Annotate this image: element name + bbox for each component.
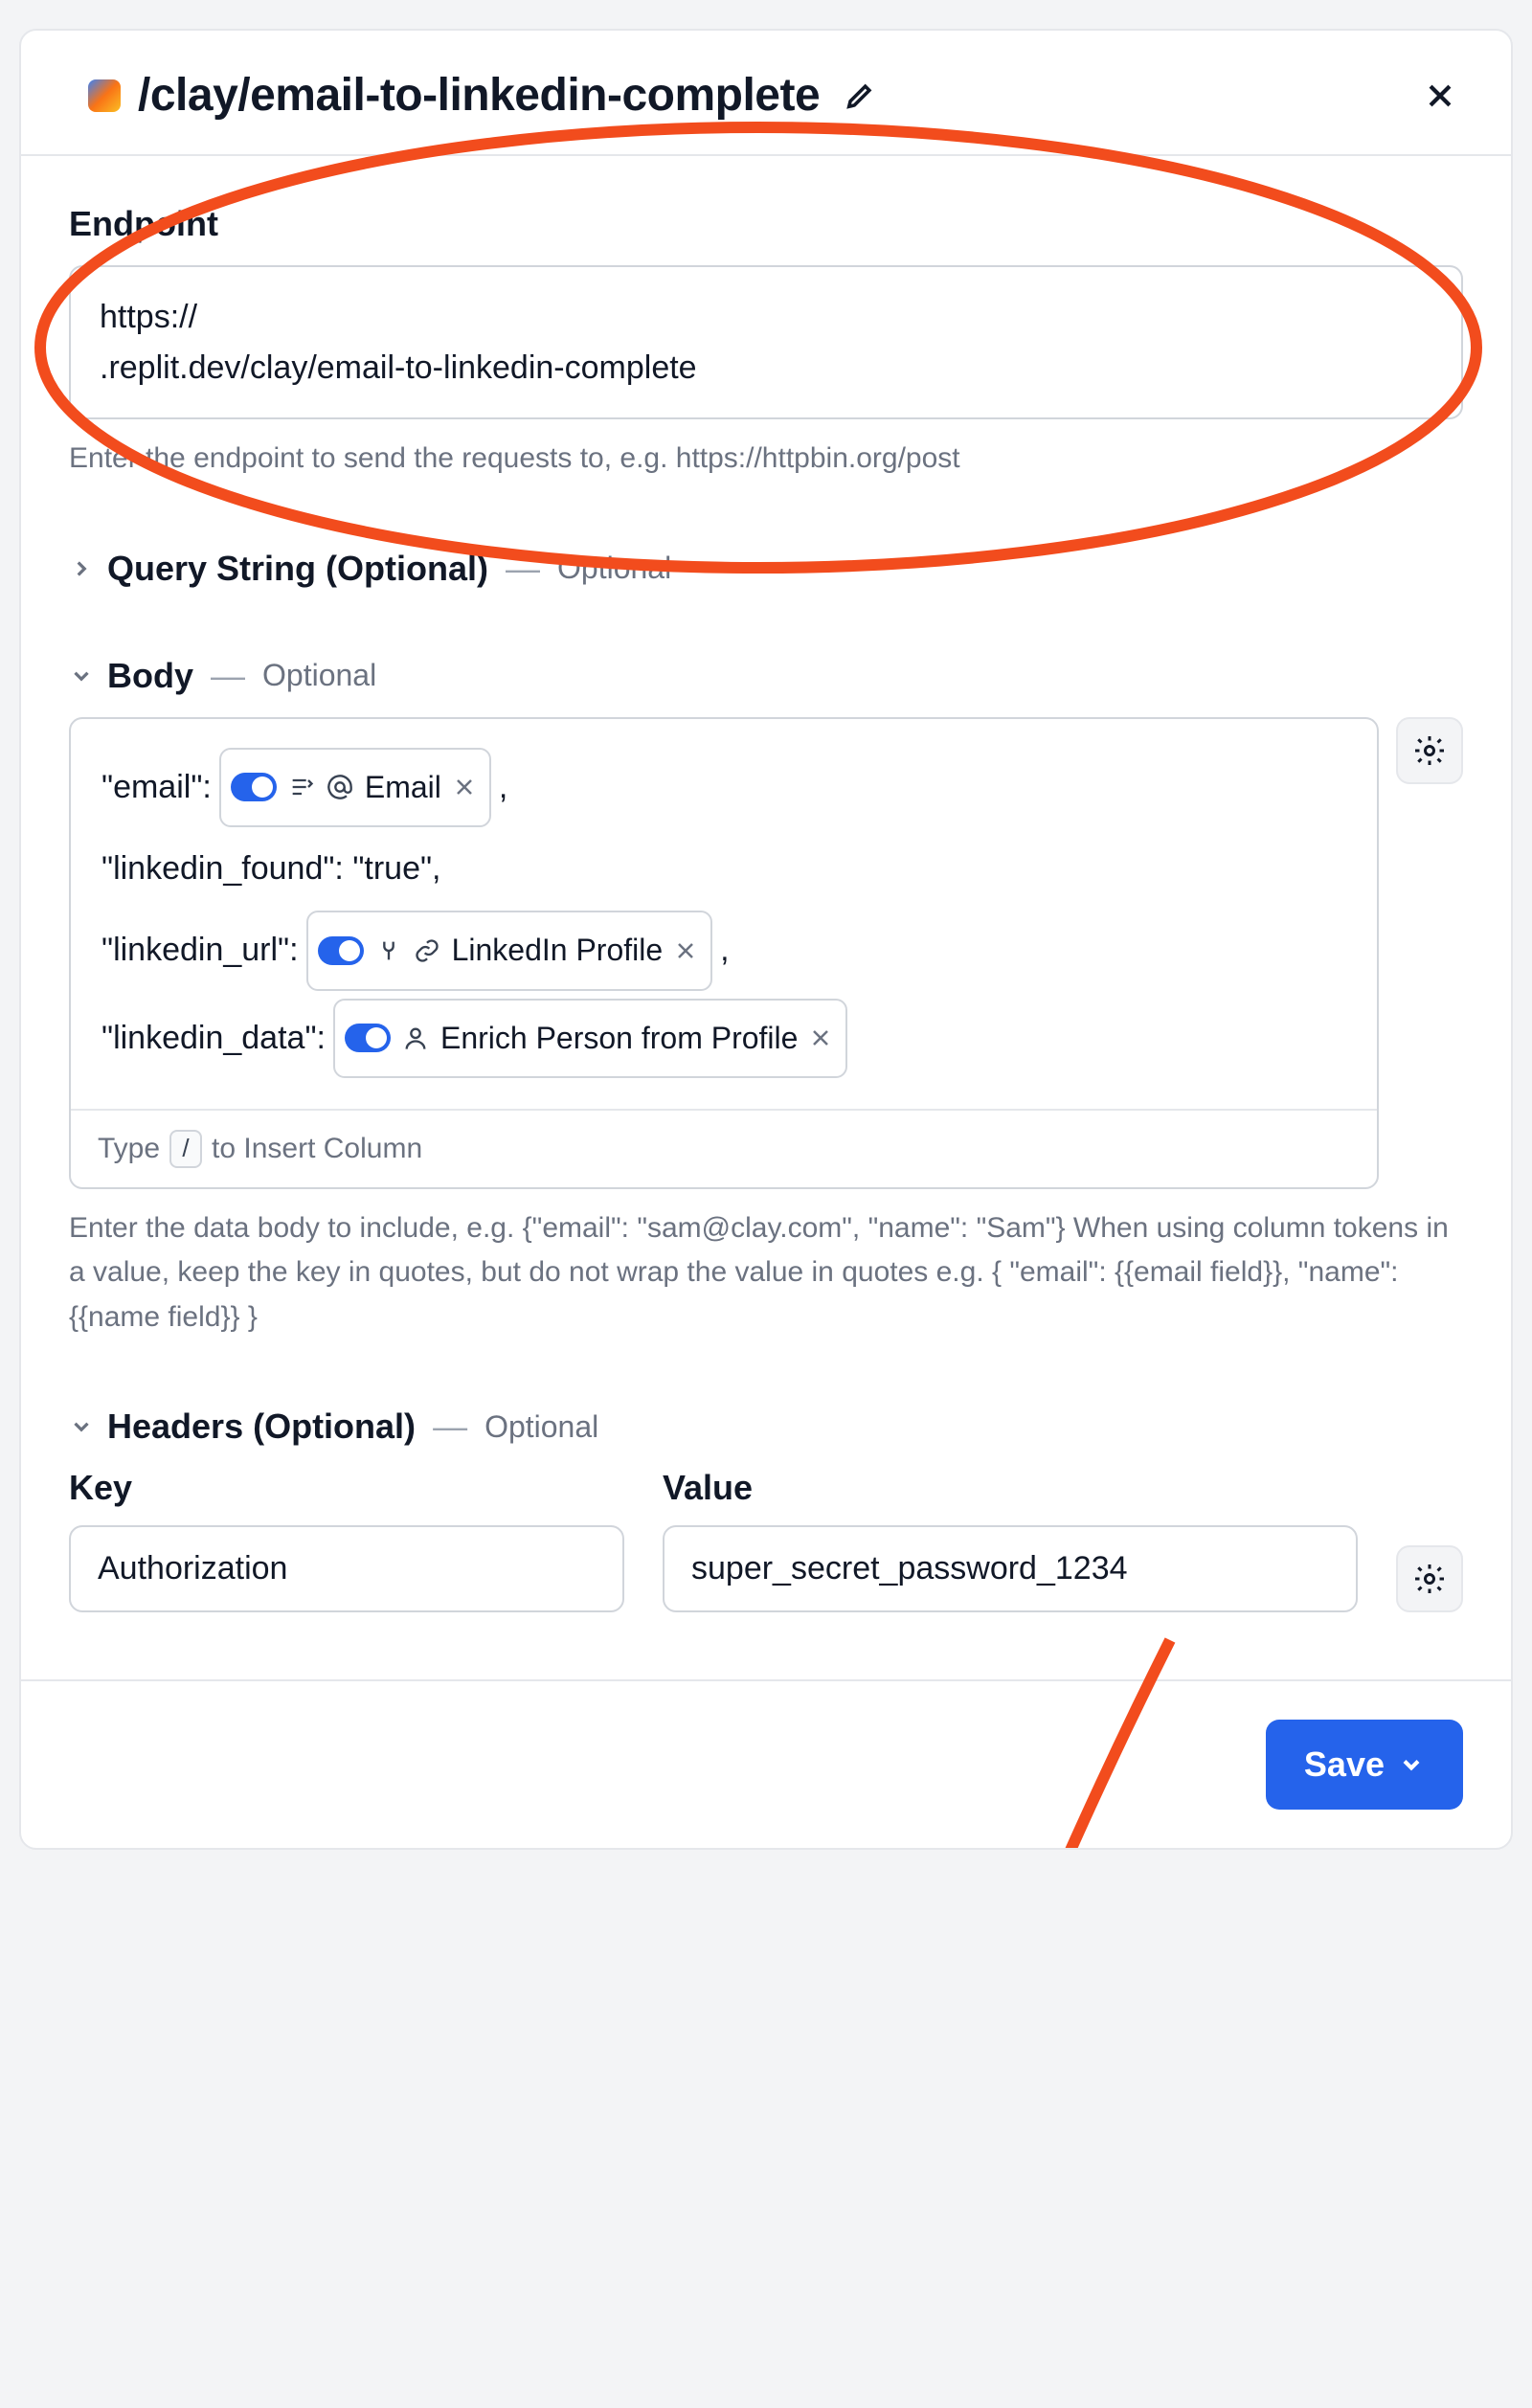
body-footer-hint: Type / to Insert Column xyxy=(71,1109,1377,1187)
endpoint-label: Endpoint xyxy=(69,204,1463,244)
header-settings-button[interactable] xyxy=(1396,1545,1463,1612)
header-kv-row: Key Authorization Value super_secret_pas… xyxy=(69,1468,1463,1612)
header-key-label: Key xyxy=(69,1468,624,1508)
body-editor[interactable]: "email": Email , "l xyxy=(69,717,1379,1189)
save-button[interactable]: Save xyxy=(1266,1720,1463,1810)
panel-footer: Save xyxy=(21,1679,1511,1848)
clay-logo-icon xyxy=(88,79,121,112)
body-row-email: "email": Email , xyxy=(101,748,1346,827)
toggle-icon xyxy=(231,773,277,801)
chevron-down-icon xyxy=(69,1414,94,1439)
chevron-down-icon xyxy=(1398,1751,1425,1778)
pencil-icon xyxy=(844,79,876,112)
link-icon xyxy=(414,937,440,964)
header-value-label: Value xyxy=(663,1468,1358,1508)
body-section: Body — Optional "email": Em xyxy=(69,656,1463,1339)
headers-header[interactable]: Headers (Optional) — Optional xyxy=(69,1407,1463,1447)
list-icon xyxy=(288,774,315,800)
toggle-icon xyxy=(345,1024,391,1052)
remove-token-icon[interactable] xyxy=(453,776,476,799)
close-button[interactable] xyxy=(1417,73,1463,119)
token-linkedin-profile[interactable]: LinkedIn Profile xyxy=(306,911,713,990)
close-icon xyxy=(1424,79,1456,112)
panel-body: Endpoint https:// - .replit.dev/clay/ema… xyxy=(21,156,1511,1679)
toggle-icon xyxy=(318,936,364,965)
body-header[interactable]: Body — Optional xyxy=(69,656,1463,696)
body-helper: Enter the data body to include, e.g. {"e… xyxy=(69,1206,1463,1340)
person-icon xyxy=(402,1024,429,1051)
headers-optional: Optional xyxy=(484,1409,598,1445)
query-string-section: Query String (Optional) — Optional xyxy=(69,549,1463,589)
remove-token-icon[interactable] xyxy=(809,1026,832,1049)
query-string-header[interactable]: Query String (Optional) — Optional xyxy=(69,549,1463,589)
body-row-linkedin-data: "linkedin_data": Enrich Person from Prof… xyxy=(101,999,1346,1078)
token-email[interactable]: Email xyxy=(219,748,491,827)
chevron-right-icon xyxy=(69,556,94,581)
endpoint-section: Endpoint https:// - .replit.dev/clay/ema… xyxy=(69,204,1463,482)
gear-icon xyxy=(1412,733,1447,768)
endpoint-redacted: - xyxy=(197,299,217,335)
slash-key-icon: / xyxy=(169,1130,202,1168)
gear-icon xyxy=(1412,1562,1447,1596)
endpoint-url-prefix: https:// xyxy=(100,299,197,335)
body-label: Body xyxy=(107,656,193,696)
body-settings-button[interactable] xyxy=(1396,717,1463,784)
query-string-optional: Optional xyxy=(557,551,671,586)
body-row-linkedin-url: "linkedin_url": LinkedIn Profile , xyxy=(101,911,1346,990)
panel-header: /clay/email-to-linkedin-complete xyxy=(21,31,1511,156)
headers-section: Headers (Optional) — Optional Key Author… xyxy=(69,1407,1463,1612)
endpoint-url-suffix: .replit.dev/clay/email-to-linkedin-compl… xyxy=(100,349,697,386)
chevron-down-icon xyxy=(69,664,94,688)
body-optional: Optional xyxy=(262,658,376,693)
at-icon xyxy=(327,774,353,800)
headers-label: Headers (Optional) xyxy=(107,1407,416,1447)
body-row-linkedin-found: "linkedin_found": "true", xyxy=(101,835,1346,903)
page-title: /clay/email-to-linkedin-complete xyxy=(138,69,820,122)
token-enrich-person[interactable]: Enrich Person from Profile xyxy=(333,999,847,1078)
header-key-input[interactable]: Authorization xyxy=(69,1525,624,1612)
config-panel: /clay/email-to-linkedin-complete Endpoin… xyxy=(19,29,1513,1850)
endpoint-helper: Enter the endpoint to send the requests … xyxy=(69,437,1463,482)
endpoint-input[interactable]: https:// - .replit.dev/clay/email-to-lin… xyxy=(69,265,1463,419)
header-value-input[interactable]: super_secret_password_1234 xyxy=(663,1525,1358,1612)
query-string-label: Query String (Optional) xyxy=(107,549,488,589)
edit-title-button[interactable] xyxy=(837,73,883,119)
fork-icon xyxy=(375,937,402,964)
remove-token-icon[interactable] xyxy=(674,939,697,962)
